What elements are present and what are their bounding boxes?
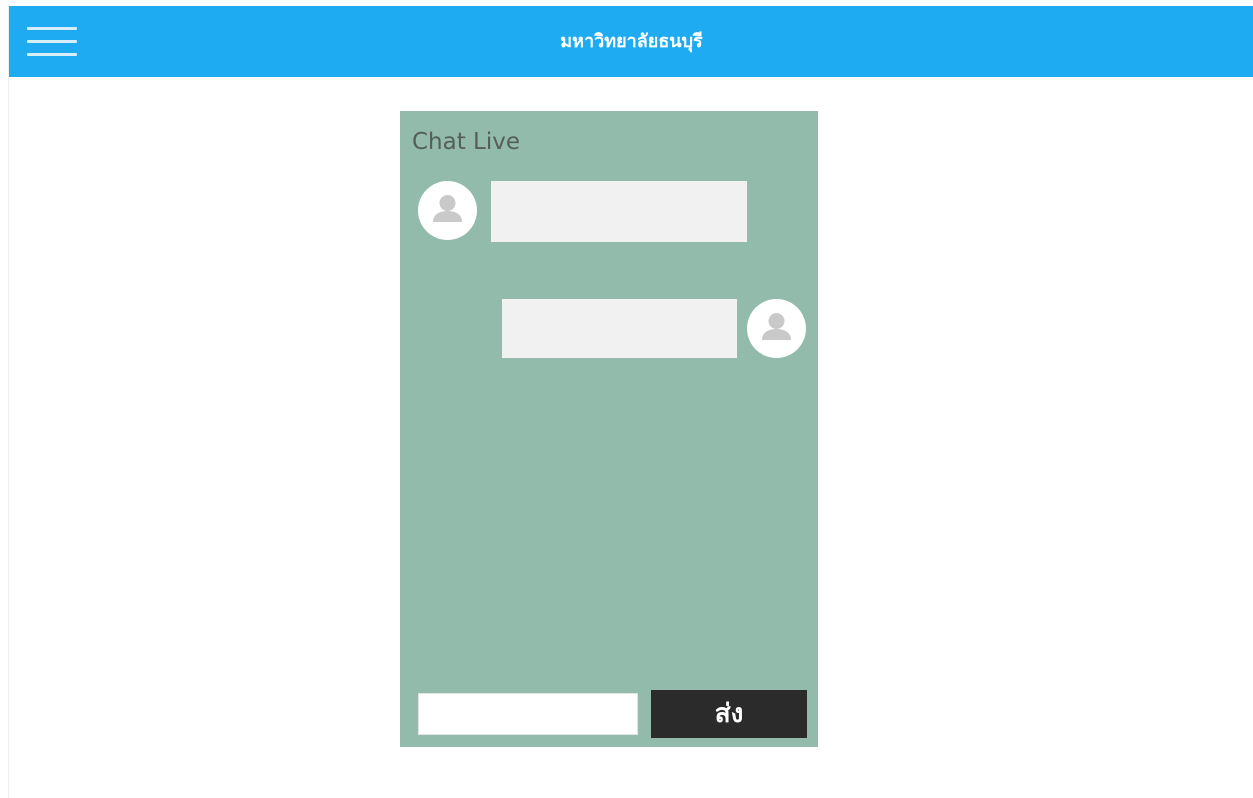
page: มหาวิทยาลัยธนบุรี Chat Live ส่ง (8, 6, 1253, 798)
menu-line (27, 27, 77, 30)
menu-line (27, 53, 77, 56)
hamburger-menu-icon[interactable] (27, 25, 77, 59)
send-button[interactable]: ส่ง (651, 690, 807, 738)
menu-line (27, 40, 77, 43)
message-bubble-outgoing (502, 299, 737, 358)
user-avatar-icon (747, 299, 806, 358)
message-input[interactable] (418, 693, 638, 735)
user-avatar-icon (418, 181, 477, 240)
chat-panel: Chat Live ส่ง (400, 111, 818, 747)
top-bar: มหาวิทยาลัยธนบุรี (9, 6, 1253, 77)
site-title: มหาวิทยาลัยธนบุรี (560, 31, 703, 52)
chat-title: Chat Live (412, 129, 521, 155)
message-bubble-incoming (491, 181, 747, 242)
